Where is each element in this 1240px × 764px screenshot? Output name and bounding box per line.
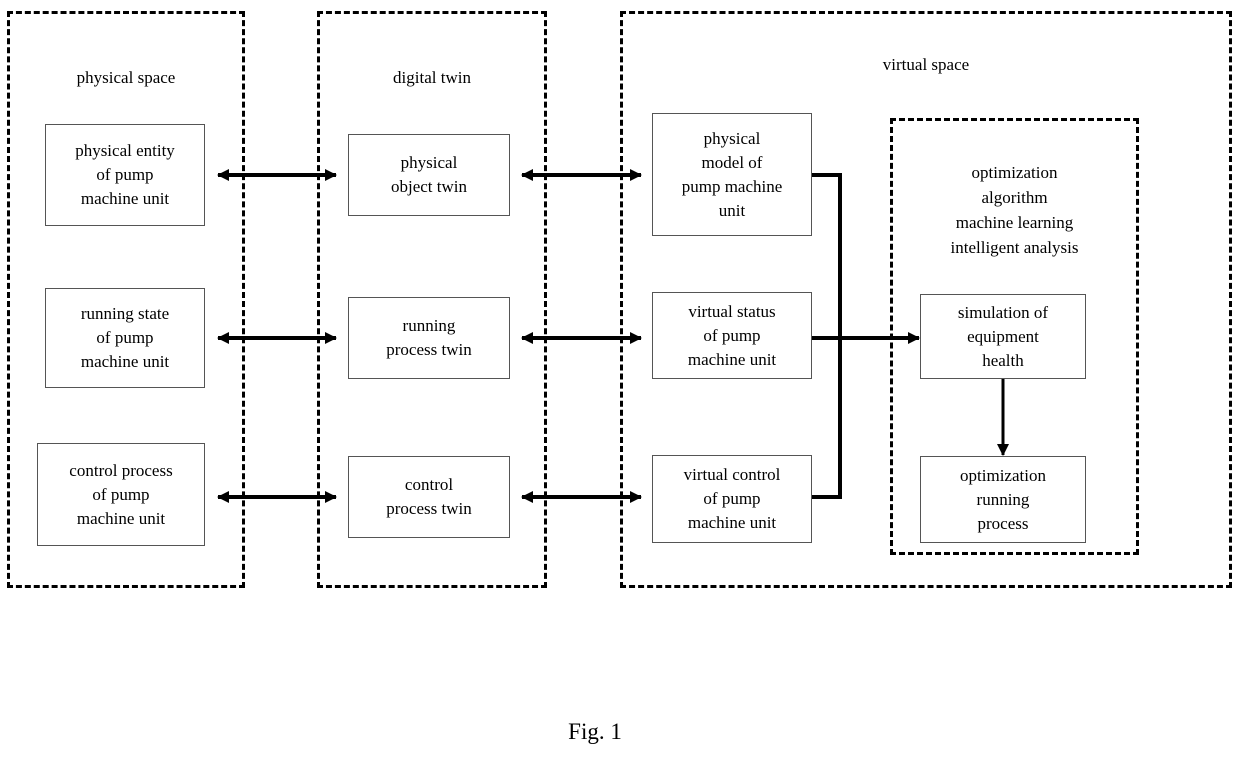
figure-canvas: physical space physical entity of pump m… — [0, 0, 1240, 764]
node-virtual-status-label: virtual status of pump machine unit — [687, 301, 777, 369]
node-control-process-twin-label: control process twin — [386, 475, 472, 518]
node-virtual-status: virtual status of pump machine unit — [652, 292, 812, 379]
node-running-state: running state of pump machine unit — [45, 288, 205, 388]
node-physical-entity-label: physical entity of pump machine unit — [75, 141, 175, 208]
node-physical-object-twin-label: physical object twin — [390, 153, 467, 196]
node-control-process-label: control process of pump machine unit — [69, 460, 173, 528]
figure-caption: Fig. 1 — [568, 719, 622, 744]
node-optimization-running-process-label: optimization running process — [960, 465, 1046, 533]
node-physical-entity: physical entity of pump machine unit — [45, 124, 205, 226]
zone-analysis-group-title: optimization algorithm machine learning … — [950, 163, 1079, 257]
zone-title-digital-twin: digital twin — [393, 68, 471, 87]
node-virtual-control-label: virtual control of pump machine unit — [683, 465, 781, 532]
zone-title-virtual-space: virtual space — [882, 55, 970, 74]
node-control-process: control process of pump machine unit — [37, 443, 205, 546]
node-simulation-equipment-health: simulation of equipment health — [920, 294, 1086, 379]
node-running-state-label: running state of pump machine unit — [80, 304, 170, 371]
zone-title-physical-space: physical space — [76, 68, 176, 87]
node-physical-model-label: physical model of pump machine unit — [681, 128, 783, 220]
node-running-process-twin: running process twin — [348, 297, 510, 379]
node-control-process-twin: control process twin — [348, 456, 510, 538]
node-simulation-equipment-health-label: simulation of equipment health — [957, 302, 1049, 370]
node-physical-model: physical model of pump machine unit — [652, 113, 812, 236]
node-physical-object-twin: physical object twin — [348, 134, 510, 216]
node-virtual-control: virtual control of pump machine unit — [652, 455, 812, 543]
node-running-process-twin-label: running process twin — [386, 316, 472, 359]
node-optimization-running-process: optimization running process — [920, 456, 1086, 543]
